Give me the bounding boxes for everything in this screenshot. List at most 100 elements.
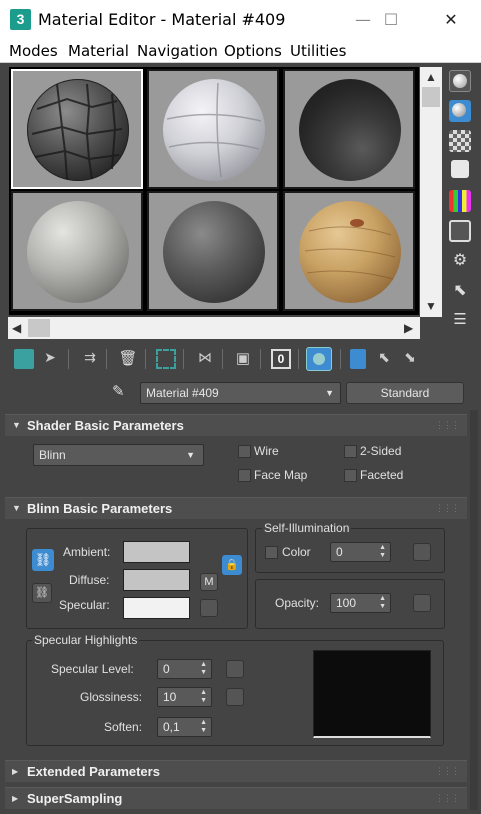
menu-material[interactable]: Material [68,42,129,60]
menu-utilities[interactable]: Utilities [290,42,346,60]
lock-ambient-diffuse-icon[interactable]: ⛓ [32,549,54,571]
rollout-title: Blinn Basic Parameters [27,501,173,516]
go-to-parent-icon[interactable]: ⬉ [374,349,394,369]
shader-type-dropdown[interactable]: Blinn ▼ [33,444,204,466]
toolbar-separator [106,349,107,369]
self-illum-spinner[interactable]: 0 ▲ ▼ [330,542,391,562]
spinner-arrows-icon[interactable]: ▲ ▼ [379,595,386,611]
slots-horizontal-scrollbar[interactable]: ◀ ▶ [8,317,420,339]
options-icon[interactable]: ⚙ [449,250,471,272]
collapse-triangle-icon: ▼ [12,420,21,430]
glossiness-map-button[interactable] [226,688,244,706]
grip-icon: ⋮⋮⋮ [435,766,460,776]
specular-level-map-button[interactable] [226,660,244,678]
scroll-up-icon[interactable]: ▲ [425,70,437,84]
face-map-checkbox[interactable] [238,469,251,482]
sample-uv-tiling-icon[interactable] [451,160,469,178]
show-end-result-icon[interactable] [350,349,366,369]
get-material-icon[interactable] [14,349,34,369]
delete-icon[interactable]: 🗑 [118,349,138,369]
scroll-right-icon[interactable]: ▶ [404,321,413,335]
scroll-thumb[interactable] [28,319,50,337]
material-id-channel-icon[interactable]: 0 [271,349,291,369]
show-shaded-material-icon[interactable] [306,347,332,371]
spinner-arrows-icon[interactable]: ▲ ▼ [200,719,207,735]
save-icon[interactable]: ▣ [233,349,253,369]
sample-slot-white-plaster[interactable] [147,69,279,189]
window-title: Material Editor - Material #409 [38,10,286,29]
slots-vertical-scrollbar[interactable]: ▲ ▼ [420,67,442,317]
spinner-arrows-icon[interactable]: ▲ ▼ [379,544,386,560]
background-icon[interactable] [449,130,471,152]
grip-icon: ⋮⋮⋮ [435,420,460,430]
rollout-shader-basic-parameters[interactable]: ▼ Shader Basic Parameters ⋮⋮⋮ [5,414,467,436]
rollout-blinn-basic-parameters[interactable]: ▼ Blinn Basic Parameters ⋮⋮⋮ [5,497,467,519]
soften-value: 0,1 [163,720,180,734]
make-preview-icon[interactable] [449,220,471,242]
maximize-button[interactable]: ☐ [368,0,414,39]
self-illum-map-button[interactable] [413,543,431,561]
rollout-title: Shader Basic Parameters [27,418,184,433]
material-type-button[interactable]: Standard [346,382,464,404]
menu-modes[interactable]: Modes [9,42,58,60]
sample-slot-dark-gray[interactable] [283,69,415,189]
spinner-arrows-icon[interactable]: ▲ ▼ [200,661,207,677]
scroll-left-icon[interactable]: ◀ [12,321,21,335]
self-illum-value: 0 [336,545,343,559]
self-illum-color-checkbox[interactable] [265,546,278,559]
close-button[interactable]: ✕ [428,0,474,39]
specular-level-spinner[interactable]: 0 ▲ ▼ [157,659,212,679]
specular-highlights-title: Specular Highlights [32,633,140,647]
menu-navigation[interactable]: Navigation [137,42,218,60]
sample-slot-dark-stone[interactable] [147,191,279,311]
material-sphere [163,201,265,303]
material-name-field[interactable]: Material #409 ▼ [140,382,341,404]
panel-scrollbar[interactable] [470,410,478,810]
material-sphere [299,79,401,181]
toolbar-separator [145,349,146,369]
video-color-check-icon[interactable] [449,190,471,212]
title-bar: 3 Material Editor - Material #409 — ☐ ✕ [0,0,481,39]
toolbar-separator [340,349,341,369]
sample-slot-wood[interactable] [283,191,415,311]
spinner-arrows-icon[interactable]: ▲ ▼ [200,689,207,705]
eyedropper-icon[interactable]: ✎ [112,382,125,400]
faceted-checkbox[interactable] [344,469,357,482]
rollout-supersampling[interactable]: ▶ SuperSampling ⋮⋮⋮ [5,787,467,809]
put-to-library-icon[interactable]: ⋈ [195,349,215,369]
select-by-material-icon[interactable]: ⬉ [449,280,471,302]
rollout-extended-parameters[interactable]: ▶ Extended Parameters ⋮⋮⋮ [5,760,467,782]
rollout-title: Extended Parameters [27,764,160,779]
backlight-icon[interactable] [449,100,471,122]
put-to-scene-icon[interactable]: ➤ [40,349,60,369]
sample-slots [9,67,419,315]
diffuse-map-button[interactable]: M [200,573,218,591]
go-forward-sibling-icon[interactable]: ⬊ [400,349,420,369]
assign-to-selection-icon[interactable]: ⇉ [80,349,100,369]
sample-slot-stone-paving[interactable] [11,69,143,189]
link-icon[interactable]: ⛓ [32,583,52,603]
wire-checkbox[interactable] [238,445,251,458]
material-map-navigator-icon[interactable]: ☰ [449,310,471,332]
sample-type-icon[interactable] [449,70,471,92]
ambient-color-swatch[interactable] [123,541,190,563]
rollout-title: SuperSampling [27,791,123,806]
app-icon: 3 [10,9,31,30]
glossiness-spinner[interactable]: 10 ▲ ▼ [157,687,212,707]
scroll-down-icon[interactable]: ▼ [425,299,437,313]
self-illumination-title: Self-Illumination [262,521,352,535]
menu-options[interactable]: Options [224,42,282,60]
specular-color-swatch[interactable] [123,597,190,619]
sample-slot-gray-concrete[interactable] [11,191,143,311]
scroll-thumb[interactable] [422,87,440,107]
collapse-triangle-icon: ▼ [12,503,21,513]
diffuse-color-swatch[interactable] [123,569,190,591]
make-unique-icon[interactable] [156,349,176,369]
chevron-down-icon: ▼ [325,388,334,398]
opacity-map-button[interactable] [413,594,431,612]
two-sided-checkbox[interactable] [344,445,357,458]
soften-spinner[interactable]: 0,1 ▲ ▼ [157,717,212,737]
lock-icon[interactable]: 🔒 [222,555,242,575]
specular-map-button[interactable] [200,599,218,617]
opacity-spinner[interactable]: 100 ▲ ▼ [330,593,391,613]
